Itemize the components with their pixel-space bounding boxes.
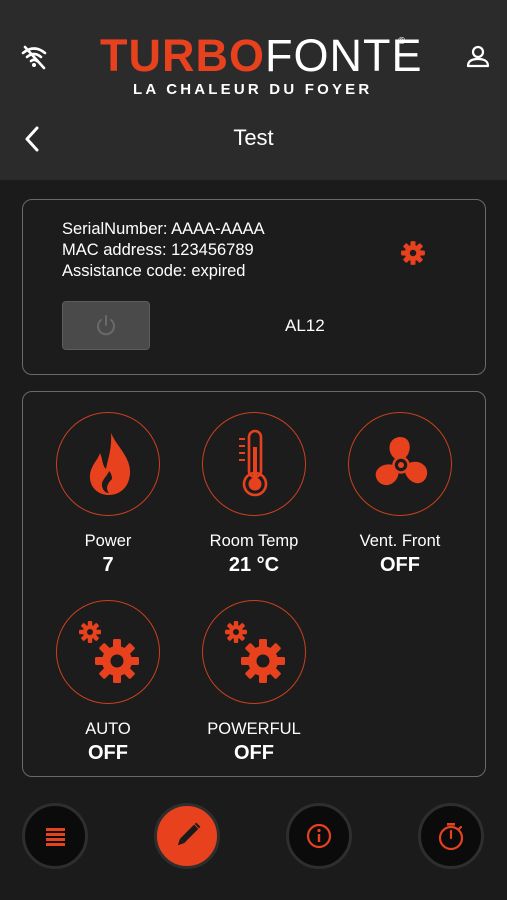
control-powerful-value: OFF — [234, 742, 274, 764]
control-auto[interactable]: AUTO OFF — [53, 600, 163, 765]
nav-timer-button[interactable] — [418, 803, 484, 869]
control-room-temp-value: 21 °C — [228, 554, 280, 576]
thermometer-icon — [239, 429, 268, 497]
control-vent-front-value: OFF — [380, 554, 420, 576]
control-powerful-circle[interactable] — [202, 600, 306, 704]
logo-tagline: LA CHALEUR DU FOYER — [133, 81, 373, 98]
control-room-temp[interactable]: Room Temp 21 °C — [199, 412, 309, 577]
brand-logo: TURBOFONTE ® LA CHALEUR DU FOYER — [100, 30, 421, 100]
control-vent-front[interactable]: Vent. Front OFF — [345, 412, 455, 577]
fan-icon — [375, 436, 428, 486]
device-name: AL12 — [285, 316, 325, 335]
nav-info-button[interactable] — [286, 803, 352, 869]
gear-icon[interactable] — [400, 240, 426, 266]
user-icon[interactable] — [463, 42, 493, 72]
power-toggle-button[interactable] — [62, 301, 150, 350]
gears-icon — [225, 621, 285, 683]
control-vent-front-circle[interactable] — [348, 412, 452, 516]
control-powerful-label: POWERFUL — [207, 720, 301, 738]
control-room-temp-circle[interactable] — [202, 412, 306, 516]
nav-list-button[interactable] — [22, 803, 88, 869]
mac-address: MAC address: 123456789 — [62, 241, 254, 259]
control-room-temp-label: Room Temp — [209, 532, 299, 550]
pencil-icon — [177, 822, 201, 846]
logo-part1: TURBO — [100, 30, 265, 81]
device-info-card: SerialNumber: AAAA-AAAA MAC address: 123… — [22, 199, 486, 375]
control-auto-circle[interactable] — [56, 600, 160, 704]
list-icon — [46, 828, 65, 846]
page-title: Test — [233, 125, 274, 150]
wifi-off-icon[interactable] — [19, 42, 49, 72]
logo-registered-mark: ® — [398, 36, 406, 47]
assistance-code: Assistance code: expired — [62, 262, 246, 280]
control-power-value: 7 — [102, 554, 114, 576]
gears-icon — [79, 621, 139, 683]
app-header: TURBOFONTE ® LA CHALEUR DU FOYER Test — [0, 0, 507, 180]
controls-card: Power 7 Room Temp 21 °C Vent. Front OFF … — [22, 391, 486, 777]
control-auto-label: AUTO — [85, 720, 131, 738]
flame-icon — [89, 433, 131, 495]
timer-icon — [438, 823, 464, 851]
control-power-circle[interactable] — [56, 412, 160, 516]
control-power[interactable]: Power 7 — [53, 412, 163, 577]
info-icon — [306, 823, 332, 849]
control-auto-value: OFF — [88, 742, 128, 764]
power-icon — [97, 315, 115, 336]
control-vent-front-label: Vent. Front — [359, 532, 441, 550]
serial-number: SerialNumber: AAAA-AAAA — [62, 220, 265, 238]
control-powerful[interactable]: POWERFUL OFF — [199, 600, 309, 765]
nav-edit-button[interactable] — [154, 803, 220, 869]
logo-wordmark: TURBOFONTE — [100, 30, 422, 82]
control-power-label: Power — [84, 532, 132, 550]
